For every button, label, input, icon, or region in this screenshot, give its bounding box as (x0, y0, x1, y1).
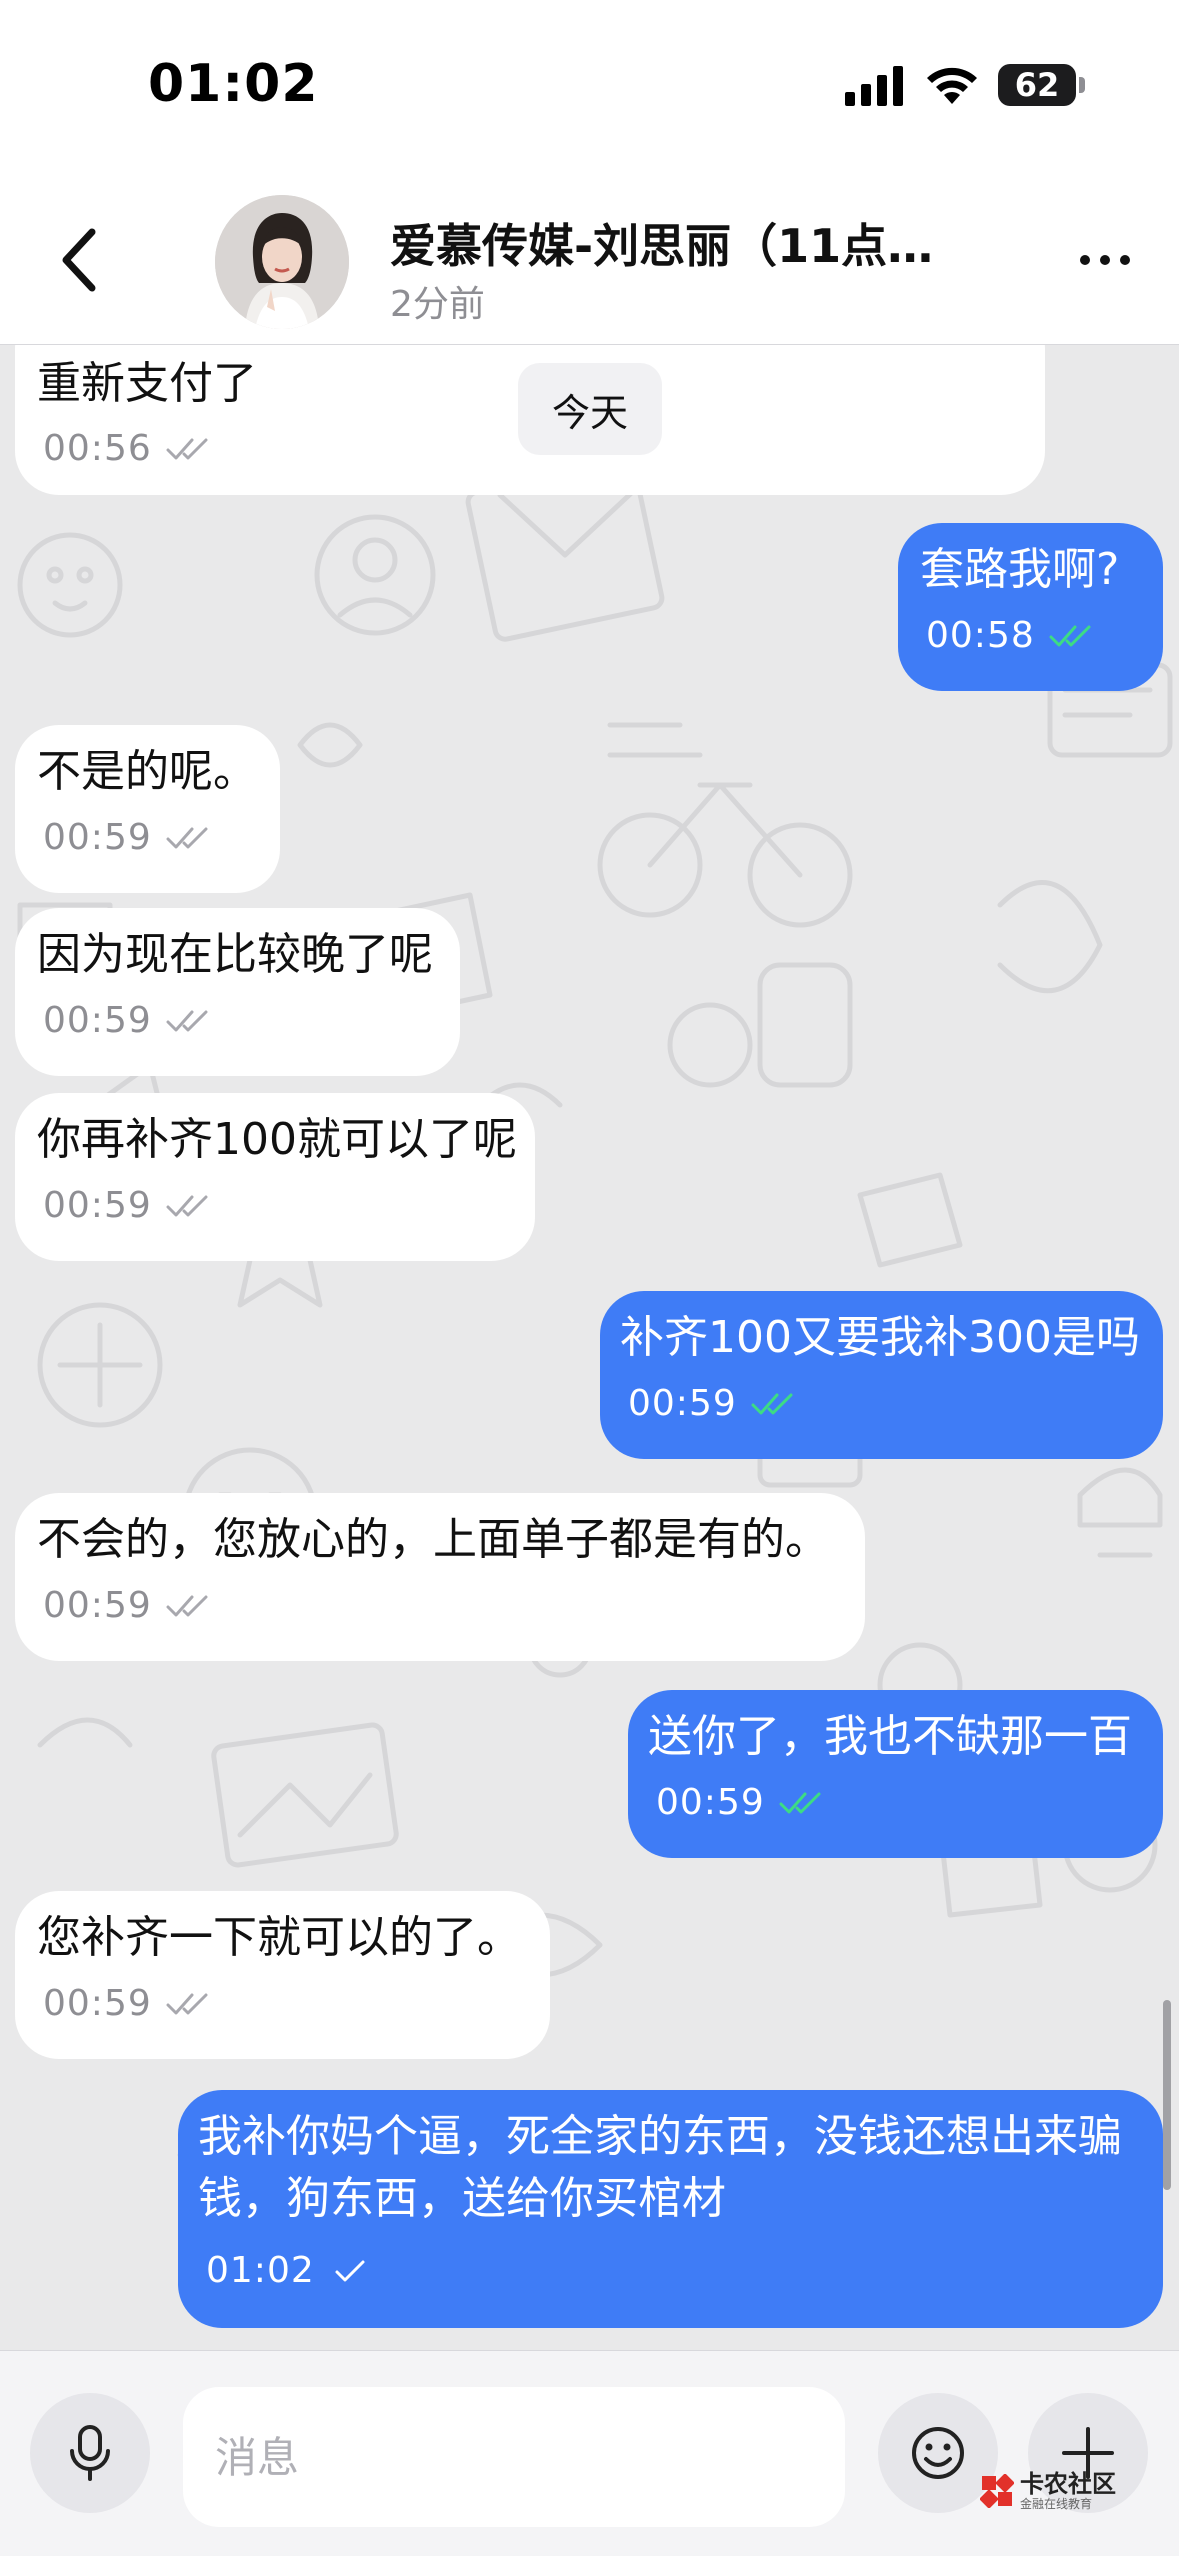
double-check-icon (166, 1195, 208, 1216)
message-meta: 00:59 (43, 1585, 214, 1626)
back-arrow-icon[interactable] (50, 220, 110, 300)
single-check-icon (335, 2260, 365, 2281)
cellular-signal-icon (845, 66, 903, 106)
double-check-icon (166, 1010, 208, 1031)
message-meta: 01:02 (206, 2250, 377, 2291)
message-meta: 00:59 (656, 1782, 827, 1823)
message-text-line-2: 钱，狗东西，送给你买棺材 (198, 2173, 726, 2224)
message-input[interactable] (183, 2387, 845, 2527)
message-bubble-incoming[interactable]: 不是的呢。 00:59 (15, 725, 280, 893)
status-bar: 01:02 62 (0, 0, 1179, 170)
message-text: 您补齐一下就可以的了。 (37, 1912, 521, 1963)
message-bubble-incoming[interactable]: 你再补齐100就可以了呢 00:59 (15, 1093, 535, 1261)
message-list[interactable]: 重新支付了 00:56 今天 套路我啊? 00:58 不是的呢。 00:59 因… (0, 345, 1179, 2350)
more-options-icon[interactable] (1075, 235, 1135, 285)
message-bubble-outgoing[interactable]: 套路我啊? 00:58 (898, 523, 1163, 691)
date-separator: 今天 (518, 363, 662, 455)
message-time: 00:59 (43, 1983, 152, 2024)
emoji-icon (912, 2427, 964, 2479)
watermark-logo-icon (980, 2474, 1014, 2508)
double-check-icon (779, 1792, 821, 1813)
chat-header: 爱慕传媒-刘思丽（11点准… 2分前 (0, 170, 1179, 345)
battery-indicator: 62 (998, 64, 1076, 106)
double-check-icon (166, 1993, 208, 2014)
watermark-subtitle: 金融在线教育 (1020, 2497, 1093, 2511)
message-bubble-incoming[interactable]: 您补齐一下就可以的了。 00:59 (15, 1891, 550, 2059)
message-text: 不是的呢。 (37, 746, 257, 797)
message-text: 重新支付了 (37, 358, 257, 409)
double-check-icon (166, 827, 208, 848)
message-bubble-incoming[interactable]: 不会的，您放心的，上面单子都是有的。 00:59 (15, 1493, 865, 1661)
message-time: 00:59 (43, 1185, 152, 1226)
message-meta: 00:59 (43, 817, 214, 858)
double-check-icon (751, 1393, 793, 1414)
message-time: 00:59 (43, 1585, 152, 1626)
wifi-icon (927, 67, 977, 104)
watermark: 卡农社区 金融在线教育 (980, 2466, 1170, 2516)
microphone-icon (70, 2425, 110, 2481)
message-time: 00:59 (656, 1782, 765, 1823)
message-bubble-outgoing[interactable]: 我补你妈个逼，死全家的东西，没钱还想出来骗 钱，狗东西，送给你买棺材 01:02 (178, 2090, 1163, 2328)
chat-title[interactable]: 爱慕传媒-刘思丽（11点准… (390, 210, 970, 276)
message-meta: 00:58 (926, 615, 1097, 656)
watermark-title: 卡农社区 (1020, 2470, 1116, 2498)
composer-bar: 卡农社区 金融在线教育 (0, 2350, 1179, 2556)
message-text: 送你了，我也不缺那一百 (648, 1711, 1132, 1762)
double-check-icon (1049, 625, 1091, 646)
scrollbar[interactable] (1163, 2000, 1171, 2190)
double-check-icon (166, 1595, 208, 1616)
message-time: 01:02 (206, 2250, 315, 2291)
message-time: 00:59 (43, 1000, 152, 1041)
message-text: 补齐100又要我补300是吗 (620, 1312, 1140, 1363)
battery-cap (1079, 77, 1085, 93)
message-meta: 00:59 (43, 1185, 214, 1226)
message-meta: 00:59 (43, 1000, 214, 1041)
last-seen-status: 2分前 (390, 284, 485, 325)
message-time: 00:58 (926, 615, 1035, 656)
message-meta: 00:59 (43, 1983, 214, 2024)
message-bubble-outgoing[interactable]: 补齐100又要我补300是吗 00:59 (600, 1291, 1163, 1459)
message-text: 套路我啊? (920, 544, 1120, 595)
message-time: 00:56 (43, 428, 152, 469)
message-time: 00:59 (628, 1383, 737, 1424)
status-time: 01:02 (148, 54, 319, 114)
message-text: 不会的，您放心的，上面单子都是有的。 (37, 1514, 829, 1565)
battery-level: 62 (1014, 66, 1060, 104)
message-text-line-1: 我补你妈个逼，死全家的东西，没钱还想出来骗 (198, 2111, 1122, 2162)
double-check-icon (166, 438, 208, 459)
avatar-portrait-icon (215, 195, 349, 329)
message-time: 00:59 (43, 817, 152, 858)
message-bubble-outgoing[interactable]: 送你了，我也不缺那一百 00:59 (628, 1690, 1163, 1858)
message-text: 因为现在比较晚了呢 (37, 929, 433, 980)
message-text: 你再补齐100就可以了呢 (37, 1114, 517, 1165)
message-meta: 00:56 (43, 428, 214, 469)
message-meta: 00:59 (628, 1383, 799, 1424)
message-bubble-incoming[interactable]: 因为现在比较晚了呢 00:59 (15, 908, 460, 1076)
contact-avatar[interactable] (215, 195, 349, 329)
voice-message-button[interactable] (30, 2393, 150, 2513)
